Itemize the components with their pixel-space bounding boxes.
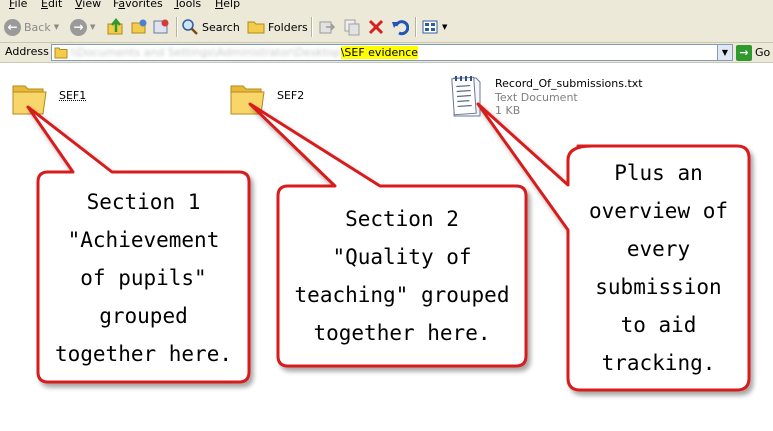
up-button[interactable] — [107, 16, 125, 38]
folders-icon — [247, 21, 265, 34]
properties-button[interactable] — [152, 16, 170, 38]
address-current-folder: \SEF evidence — [340, 46, 419, 59]
forward-button[interactable]: → ▼ — [70, 16, 95, 38]
new-folder-icon — [131, 19, 147, 34]
toolbar-separator — [415, 17, 416, 37]
file-size: 1 KB — [495, 104, 521, 117]
callout-2-line: Section 2 — [345, 207, 459, 231]
copy-to-button[interactable] — [343, 16, 361, 38]
menu-view[interactable]: View — [75, 0, 101, 10]
chevron-down-icon: ▼ — [721, 48, 729, 57]
folder-icon — [12, 85, 47, 115]
menu-favorites[interactable]: Favorites — [113, 0, 163, 10]
callout-1-line: grouped — [99, 304, 188, 328]
menu-tools[interactable]: Tools — [174, 0, 201, 10]
callout-3-line: to aid — [620, 313, 697, 337]
address-input[interactable]: \\Documents and Settings\Administrator\D… — [51, 44, 718, 61]
file-record-of-submissions[interactable]: Record_Of_submissions.txt Text Document … — [449, 74, 643, 124]
address-blurred-path: \\Documents and Settings\Administrator\D… — [70, 46, 341, 59]
back-button[interactable]: ← Back ▼ — [4, 16, 59, 38]
callout-2-line: teaching" grouped — [294, 283, 510, 307]
address-bar: Address \\Documents and Settings\Adminis… — [0, 43, 773, 63]
menu-help[interactable]: Help — [215, 0, 240, 10]
search-icon — [182, 19, 198, 35]
callout-1: Section 1 "Achievement of pupils" groupe… — [40, 178, 247, 378]
callout-1-line: "Achievement — [67, 228, 220, 252]
folder-icon — [230, 85, 265, 115]
toolbar: ← Back ▼ → ▼ Search Folders ▼ — [0, 12, 773, 43]
search-button[interactable]: Search — [181, 16, 240, 38]
menu-bar: File Edit View Favorites Tools Help — [0, 0, 773, 12]
menu-file[interactable]: File — [9, 0, 27, 10]
toolbar-separator — [311, 17, 312, 37]
back-dropdown-icon[interactable]: ▼ — [54, 23, 59, 31]
file-name: SEF1 — [59, 89, 87, 102]
callout-3-line: overview of — [588, 199, 729, 223]
address-path: \\Documents and Settings\Administrator\D… — [70, 45, 419, 60]
callout-3-line: every — [626, 237, 691, 261]
callout-2-line: together here. — [313, 321, 491, 345]
toolbar-separator — [176, 17, 177, 37]
go-arrow-icon: → — [736, 44, 752, 61]
move-to-icon — [319, 21, 336, 34]
callout-2-line: "Quality of — [332, 245, 472, 269]
undo-icon — [392, 20, 409, 36]
file-name: SEF2 — [277, 89, 305, 102]
address-label: Address — [5, 45, 49, 58]
new-folder-button[interactable] — [130, 16, 148, 38]
views-dropdown-icon[interactable]: ▼ — [442, 23, 447, 31]
address-dropdown-button[interactable]: ▼ — [717, 44, 733, 61]
move-to-button[interactable] — [318, 16, 336, 38]
forward-dropdown-icon[interactable]: ▼ — [90, 23, 95, 31]
forward-arrow-icon: → — [70, 18, 87, 36]
menu-edit[interactable]: Edit — [41, 0, 62, 10]
callout-3-line: Plus an — [614, 161, 703, 185]
file-type: Text Document — [495, 91, 578, 104]
callout-3-line: tracking. — [601, 351, 716, 375]
properties-icon — [153, 19, 169, 34]
delete-icon — [368, 19, 384, 35]
undo-button[interactable] — [391, 16, 409, 38]
views-button[interactable]: ▼ — [421, 16, 447, 38]
folders-button[interactable]: Folders — [247, 16, 308, 38]
text-document-icon — [451, 76, 481, 117]
callout-3-line: submission — [595, 275, 722, 299]
delete-button[interactable] — [367, 16, 385, 38]
callout-1-line: Section 1 — [86, 190, 201, 214]
folder-sef1[interactable]: SEF1 — [10, 78, 86, 123]
up-folder-icon — [107, 18, 123, 35]
callout-1-line: of pupils" — [80, 266, 207, 290]
back-arrow-icon: ← — [4, 18, 21, 36]
views-icon — [422, 20, 438, 34]
copy-to-icon — [344, 19, 360, 36]
callout-1-line: together here. — [54, 342, 232, 366]
callout-3: Plus an overview of every submission to … — [570, 150, 747, 386]
folder-icon — [54, 47, 68, 59]
go-button[interactable]: → Go — [736, 44, 770, 61]
callout-2: Section 2 "Quality of teaching" grouped … — [280, 192, 524, 360]
folder-sef2[interactable]: SEF2 — [228, 78, 313, 123]
file-name: Record_Of_submissions.txt — [495, 77, 643, 90]
